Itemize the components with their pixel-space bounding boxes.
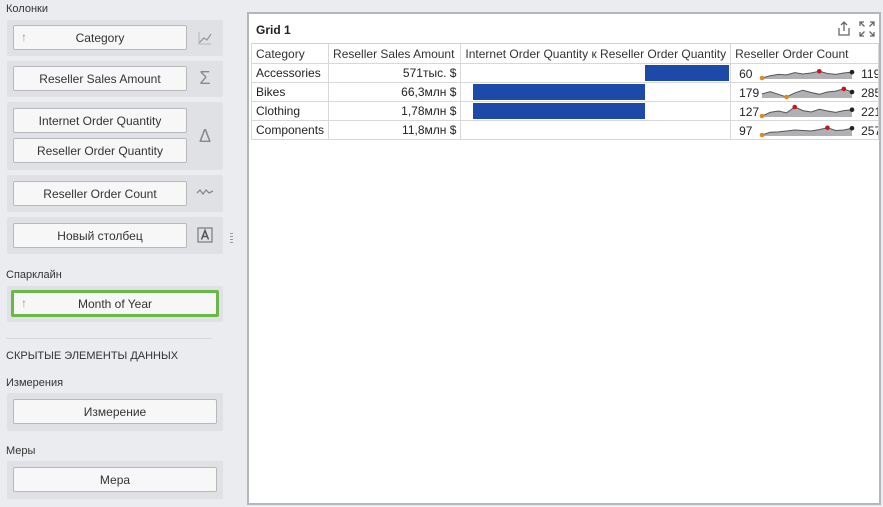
reseller-sales-amount-label: Reseller Sales Amount [39,71,161,86]
header-category[interactable]: Category [250,43,330,64]
sparkline-end-point [849,89,855,95]
delta-bar-cell [460,63,732,83]
header-reseller-order-count[interactable]: Reseller Order Count [730,43,879,64]
sparkline-end-value: 119 [861,67,879,81]
maximize-icon[interactable] [858,20,876,38]
export-icon[interactable] [835,20,853,38]
sort-up-icon[interactable]: ↑ [21,30,27,45]
grid-title: Grid 1 [256,23,291,37]
grid-table: Category Reseller Sales Amount Internet … [250,43,879,140]
month-of-year-button[interactable]: ↑ Month of Year [11,290,219,317]
column-slot-reseller-order-count: Reseller Order Count [7,175,223,212]
sparkline-slot: ↑ Month of Year [7,286,223,322]
sparkline-cell: 97 257 [730,120,879,140]
sparkline-end-value: 221 [861,105,877,119]
amount-cell: 11,8млн $ [328,120,462,140]
sparkline-cell: 179 285 [730,82,879,102]
table-row[interactable]: Accessories 571тыс. $ 60 119 [250,63,879,83]
dimension-placeholder[interactable]: Измерение [13,399,217,424]
amount-cell: 66,3млн $ [328,82,462,102]
delta-bar [473,103,646,119]
category-cell: Components [250,120,330,140]
sparkline-chart [759,68,855,81]
sparkline-max-point [841,86,847,92]
sparkline-start-value: 127 [739,105,760,119]
panel-resize-handle[interactable] [230,233,233,245]
sparkline-min-point [784,94,789,100]
sparkline-chart [761,86,855,100]
header-delta[interactable]: Internet Order Quantity к Reseller Order… [460,43,732,64]
category-cell: Bikes [250,82,330,102]
sparkline-end-value: 285 [861,86,877,100]
measures-slot: Мера [7,461,223,499]
delta-bar [645,65,729,81]
sparkline-start-value: 60 [739,67,753,81]
sparkline-end-value: 257 [861,124,877,138]
column-slot-new-column: Новый столбец [7,217,223,254]
table-row[interactable]: Clothing 1,78млн $ 127 221 [250,101,879,121]
delta-bar-cell [460,101,732,121]
dimension-placeholder-label: Измерение [83,404,147,419]
delta-bar-cell [460,120,732,140]
internet-order-quantity-label: Internet Order Quantity [38,113,162,128]
category-column-label: Category [75,30,125,45]
category-cell: Clothing [250,101,330,121]
reseller-order-quantity-button[interactable]: Reseller Order Quantity [13,138,187,163]
reseller-order-count-label: Reseller Order Count [43,186,157,201]
table-row[interactable]: Components 11,8млн $ 97 257 [250,120,879,140]
sparkline-min-point [759,132,765,138]
column-slot-reseller-sales-amount: Reseller Sales Amount Σ [7,61,223,97]
sparkline-end-point [849,125,855,131]
sparkline-start-value: 97 [739,124,753,138]
sparkline-chart [759,125,855,138]
sparkline-section-label: Спарклайн [6,269,62,281]
column-slot-category: ↑ Category [7,20,223,56]
new-column-button[interactable]: Новый столбец [13,223,187,248]
sparkline-start-value: 179 [739,86,760,100]
sparkline-cell: 127 221 [730,101,879,121]
sparkline-chart [759,104,855,119]
delta-bar-cell [460,82,732,102]
hidden-data-items-header: СКРЫТЫЕ ЭЛЕМЕНТЫ ДАННЫХ [6,350,179,362]
chart-icon[interactable] [195,30,215,49]
new-column-label: Новый столбец [57,228,143,243]
amount-cell: 571тыс. $ [328,63,462,83]
header-reseller-sales-amount[interactable]: Reseller Sales Amount [328,43,462,64]
measure-placeholder-label: Мера [99,472,131,487]
columns-section-label: Колонки [6,3,48,15]
dimensions-section-label: Измерения [6,377,64,389]
reseller-order-quantity-label: Reseller Order Quantity [36,143,164,158]
text-column-icon[interactable] [195,227,215,246]
sparkline-icon[interactable] [195,186,215,201]
column-slot-delta: Internet Order Quantity Reseller Order Q… [7,102,223,170]
month-of-year-label: Month of Year [77,296,153,311]
grid-dashboard-item: Grid 1 Category Reseller Sales Amount In… [247,12,881,505]
sparkline-max-point [792,104,798,110]
reseller-order-count-button[interactable]: Reseller Order Count [13,181,187,206]
sigma-icon[interactable]: Σ [195,68,215,89]
sort-up-icon[interactable]: ↑ [21,296,27,311]
panel-divider [6,338,212,339]
measures-section-label: Меры [6,445,36,457]
internet-order-quantity-button[interactable]: Internet Order Quantity [13,108,187,133]
sparkline-max-point [817,68,822,74]
sparkline-min-point [759,75,765,81]
amount-cell: 1,78млн $ [328,101,462,121]
grid-header-row: Category Reseller Sales Amount Internet … [250,43,879,64]
delta-bar [473,84,646,100]
reseller-sales-amount-button[interactable]: Reseller Sales Amount [13,66,187,91]
sparkline-cell: 60 119 [730,63,879,83]
sparkline-end-point [849,107,855,112]
table-row[interactable]: Bikes 66,3млн $ 179 285 [250,82,879,102]
dimensions-slot: Измерение [7,393,223,431]
category-column-button[interactable]: ↑ Category [13,25,187,50]
measure-placeholder[interactable]: Мера [13,467,217,492]
category-cell: Accessories [250,63,330,83]
sparkline-end-point [849,69,855,75]
delta-icon[interactable]: Δ [195,126,215,147]
sparkline-max-point [825,125,830,131]
sparkline-min-point [759,113,765,119]
